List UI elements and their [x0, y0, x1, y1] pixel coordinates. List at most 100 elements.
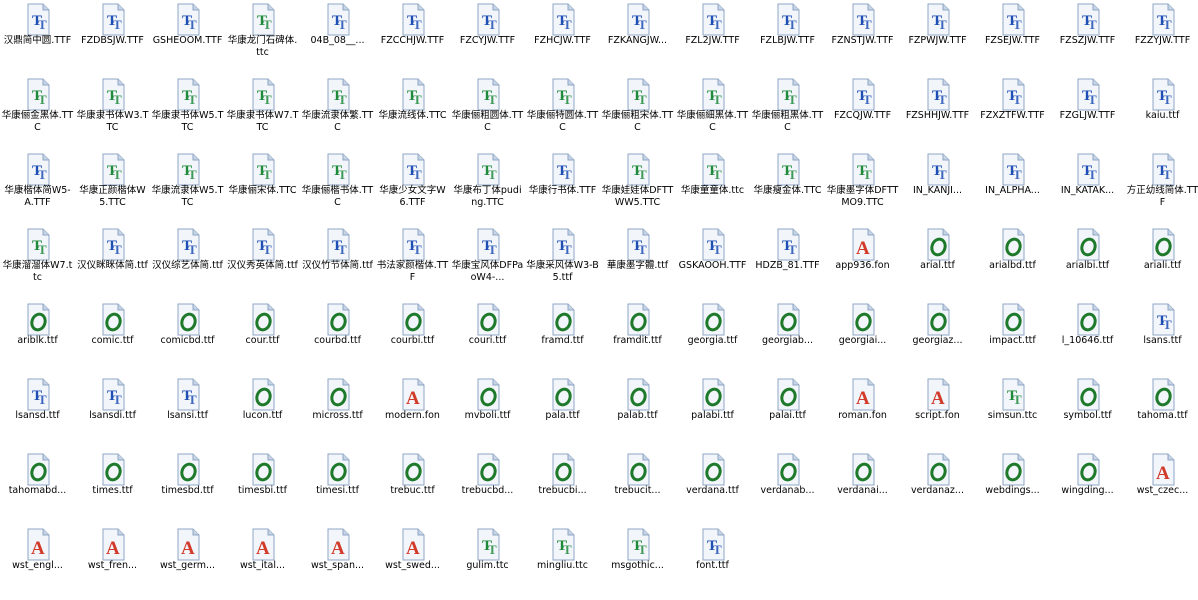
- font-file-item[interactable]: T T 華康墨字體.ttf: [600, 225, 675, 300]
- font-file-item[interactable]: cour.ttf: [225, 300, 300, 375]
- font-file-item[interactable]: T T 汉仪竹节体简.ttf: [300, 225, 375, 300]
- font-file-item[interactable]: T T 华康俪粗圆体.TTC: [450, 75, 525, 150]
- font-file-item[interactable]: ariali.ttf: [1125, 225, 1198, 300]
- font-file-item[interactable]: l_10646.ttf: [1050, 300, 1125, 375]
- font-file-item[interactable]: framd.ttf: [525, 300, 600, 375]
- font-file-item[interactable]: T T FZXZTFW.TTF: [975, 75, 1050, 150]
- font-file-item[interactable]: T T 华康流隶体繁.TTC: [300, 75, 375, 150]
- font-file-item[interactable]: Awst_engl...: [0, 525, 75, 600]
- font-file-item[interactable]: arialbi.ttf: [1050, 225, 1125, 300]
- font-file-item[interactable]: arial.ttf: [900, 225, 975, 300]
- font-file-item[interactable]: trebuc.ttf: [375, 450, 450, 525]
- font-file-item[interactable]: T T FZCCHJW.TTF: [375, 0, 450, 75]
- font-file-item[interactable]: Aapp936.fon: [825, 225, 900, 300]
- font-file-item[interactable]: T T FZPWJW.TTF: [900, 0, 975, 75]
- font-file-item[interactable]: T Tlsansdi.ttf: [75, 375, 150, 450]
- font-file-item[interactable]: palab.ttf: [600, 375, 675, 450]
- font-file-item[interactable]: courbi.ttf: [375, 300, 450, 375]
- font-file-item[interactable]: T T FZSHHJW.TTF: [900, 75, 975, 150]
- font-file-item[interactable]: T T 华康童童体.ttc: [675, 150, 750, 225]
- font-file-item[interactable]: micross.ttf: [300, 375, 375, 450]
- font-file-item[interactable]: Awst_germ...: [150, 525, 225, 600]
- font-file-item[interactable]: palai.ttf: [750, 375, 825, 450]
- font-file-item[interactable]: T T FZL2JW.TTF: [675, 0, 750, 75]
- font-file-item[interactable]: T T 华康俪宋体.TTC: [225, 150, 300, 225]
- font-file-item[interactable]: Awst_czec...: [1125, 450, 1198, 525]
- font-file-item[interactable]: T T FZHCJW.TTF: [525, 0, 600, 75]
- font-file-item[interactable]: Awst_swed...: [375, 525, 450, 600]
- font-file-item[interactable]: trebucbd...: [450, 450, 525, 525]
- font-file-item[interactable]: georgia.ttf: [675, 300, 750, 375]
- font-file-item[interactable]: T Tgulim.ttc: [450, 525, 525, 600]
- font-file-item[interactable]: T T 华康溜溜体W7.ttc: [0, 225, 75, 300]
- font-file-item[interactable]: symbol.ttf: [1050, 375, 1125, 450]
- font-file-item[interactable]: T T 华康行书体.TTF: [525, 150, 600, 225]
- font-file-item[interactable]: Awst_span...: [300, 525, 375, 600]
- font-file-item[interactable]: T T 华康宝风体DFPaoW4-...: [450, 225, 525, 300]
- font-file-item[interactable]: Aroman.fon: [825, 375, 900, 450]
- font-file-item[interactable]: T T 汉仪秀英体简.ttf: [225, 225, 300, 300]
- font-file-item[interactable]: wingding...: [1050, 450, 1125, 525]
- font-file-item[interactable]: T Tlsansd.ttf: [0, 375, 75, 450]
- font-file-item[interactable]: T T 04B_08__...: [300, 0, 375, 75]
- font-file-item[interactable]: T T GSKAOOH.TTF: [675, 225, 750, 300]
- font-file-item[interactable]: verdanab...: [750, 450, 825, 525]
- font-file-item[interactable]: T T 华康少女文字W6.TTF: [375, 150, 450, 225]
- font-file-item[interactable]: trebucit...: [600, 450, 675, 525]
- font-file-item[interactable]: T T FZDBSJW.TTF: [75, 0, 150, 75]
- font-file-item[interactable]: T T 华康俪楷书体.TTC: [300, 150, 375, 225]
- font-file-item[interactable]: georgiai...: [825, 300, 900, 375]
- font-file-item[interactable]: T T 华康隶书体W3.TTC: [75, 75, 150, 150]
- font-file-item[interactable]: T T FZCYJW.TTF: [450, 0, 525, 75]
- font-file-item[interactable]: T T FZSZJW.TTF: [1050, 0, 1125, 75]
- font-file-item[interactable]: T Tmsgothic...: [600, 525, 675, 600]
- font-file-item[interactable]: T T 华康布丁体puding.TTC: [450, 150, 525, 225]
- font-file-item[interactable]: tahoma.ttf: [1125, 375, 1198, 450]
- font-file-item[interactable]: palabi.ttf: [675, 375, 750, 450]
- font-file-item[interactable]: times.ttf: [75, 450, 150, 525]
- font-file-item[interactable]: verdana.ttf: [675, 450, 750, 525]
- font-file-item[interactable]: T T 华康隶书体W7.TTC: [225, 75, 300, 150]
- font-file-item[interactable]: T Tlsans.ttf: [1125, 300, 1198, 375]
- font-file-item[interactable]: T T GSHEOOM.TTF: [150, 0, 225, 75]
- font-file-item[interactable]: Amodern.fon: [375, 375, 450, 450]
- font-file-item[interactable]: T Tkaiu.ttf: [1125, 75, 1198, 150]
- font-file-item[interactable]: Awst_fren...: [75, 525, 150, 600]
- font-file-item[interactable]: arialbd.ttf: [975, 225, 1050, 300]
- font-file-item[interactable]: T T 华康俪特圆体.TTC: [525, 75, 600, 150]
- font-file-item[interactable]: pala.ttf: [525, 375, 600, 450]
- font-file-item[interactable]: T T 华康采风体W3-B5.ttf: [525, 225, 600, 300]
- font-file-item[interactable]: T T IN_KANJI...: [900, 150, 975, 225]
- font-file-item[interactable]: T T FZGLJW.TTF: [1050, 75, 1125, 150]
- font-file-item[interactable]: georgiaz...: [900, 300, 975, 375]
- font-file-item[interactable]: trebucbi...: [525, 450, 600, 525]
- font-file-item[interactable]: T T 华康隶书体W5.TTC: [150, 75, 225, 150]
- font-file-item[interactable]: verdanai...: [825, 450, 900, 525]
- font-file-item[interactable]: T T 华康瘦金体.TTC: [750, 150, 825, 225]
- font-file-item[interactable]: T T 华康流线体.TTC: [375, 75, 450, 150]
- font-file-item[interactable]: T T 华康流隶体W5.TTC: [150, 150, 225, 225]
- font-file-item[interactable]: impact.ttf: [975, 300, 1050, 375]
- font-file-item[interactable]: T T IN_KATAK...: [1050, 150, 1125, 225]
- font-file-item[interactable]: webdings...: [975, 450, 1050, 525]
- font-file-item[interactable]: T Tlsansi.ttf: [150, 375, 225, 450]
- font-file-item[interactable]: T T FZKANGJW...: [600, 0, 675, 75]
- font-file-item[interactable]: comic.ttf: [75, 300, 150, 375]
- font-file-item[interactable]: T Tfont.ttf: [675, 525, 750, 600]
- font-file-item[interactable]: georgiab...: [750, 300, 825, 375]
- font-file-item[interactable]: T T FZNSTJW.TTF: [825, 0, 900, 75]
- font-file-item[interactable]: T T 华康墨字体DFTTMO9.TTC: [825, 150, 900, 225]
- font-file-item[interactable]: T T 方正幼线简体.TTF: [1125, 150, 1198, 225]
- font-file-item[interactable]: timesi.ttf: [300, 450, 375, 525]
- font-file-item[interactable]: T T 华康正颜楷体W5.TTC: [75, 150, 150, 225]
- font-file-item[interactable]: courbd.ttf: [300, 300, 375, 375]
- font-file-item[interactable]: T T HDZB_81.TTF: [750, 225, 825, 300]
- font-file-item[interactable]: Ascript.fon: [900, 375, 975, 450]
- font-file-item[interactable]: timesbi.ttf: [225, 450, 300, 525]
- font-file-item[interactable]: verdanaz...: [900, 450, 975, 525]
- font-file-item[interactable]: T T IN_ALPHA...: [975, 150, 1050, 225]
- font-file-item[interactable]: ariblk.ttf: [0, 300, 75, 375]
- font-file-item[interactable]: mvboli.ttf: [450, 375, 525, 450]
- font-file-item[interactable]: T T 华康楷体简W5-A.TTF: [0, 150, 75, 225]
- font-file-item[interactable]: T T 汉仪眯眯体简.ttf: [75, 225, 150, 300]
